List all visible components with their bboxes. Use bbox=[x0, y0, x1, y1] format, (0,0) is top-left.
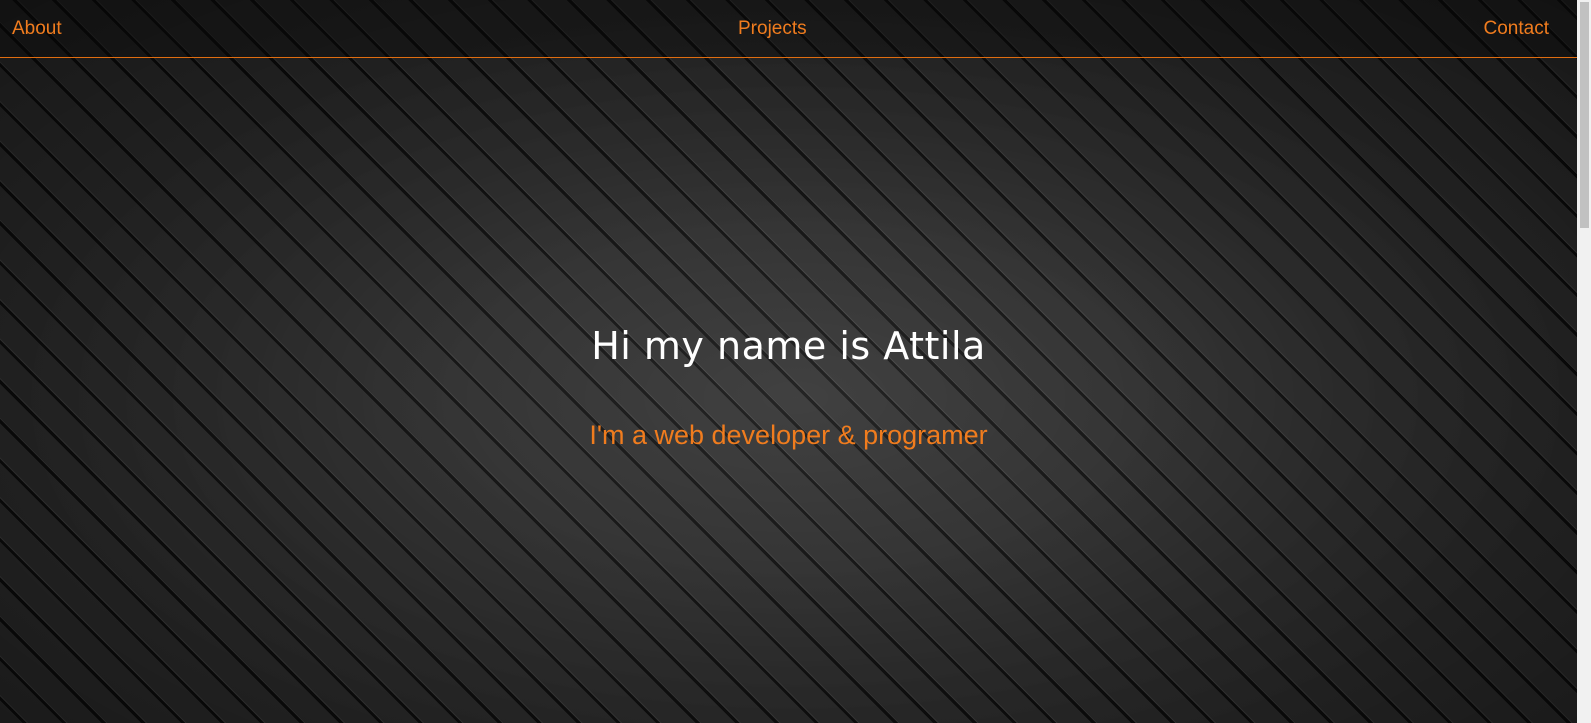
scrollbar[interactable] bbox=[1577, 0, 1591, 723]
hero-subtitle: I'm a web developer & programer bbox=[589, 420, 988, 450]
nav-link-contact[interactable]: Contact bbox=[1484, 17, 1549, 41]
nav-link-about[interactable]: About bbox=[12, 17, 62, 41]
navbar: About Projects Contact bbox=[0, 0, 1577, 58]
hero-title: Hi my name is Attila bbox=[591, 324, 986, 368]
scrollbar-thumb[interactable] bbox=[1580, 2, 1589, 228]
nav-link-projects[interactable]: Projects bbox=[738, 17, 807, 41]
hero-section: Hi my name is Attila I'm a web developer… bbox=[0, 58, 1577, 723]
page: About Projects Contact Hi my name is Att… bbox=[0, 0, 1591, 723]
